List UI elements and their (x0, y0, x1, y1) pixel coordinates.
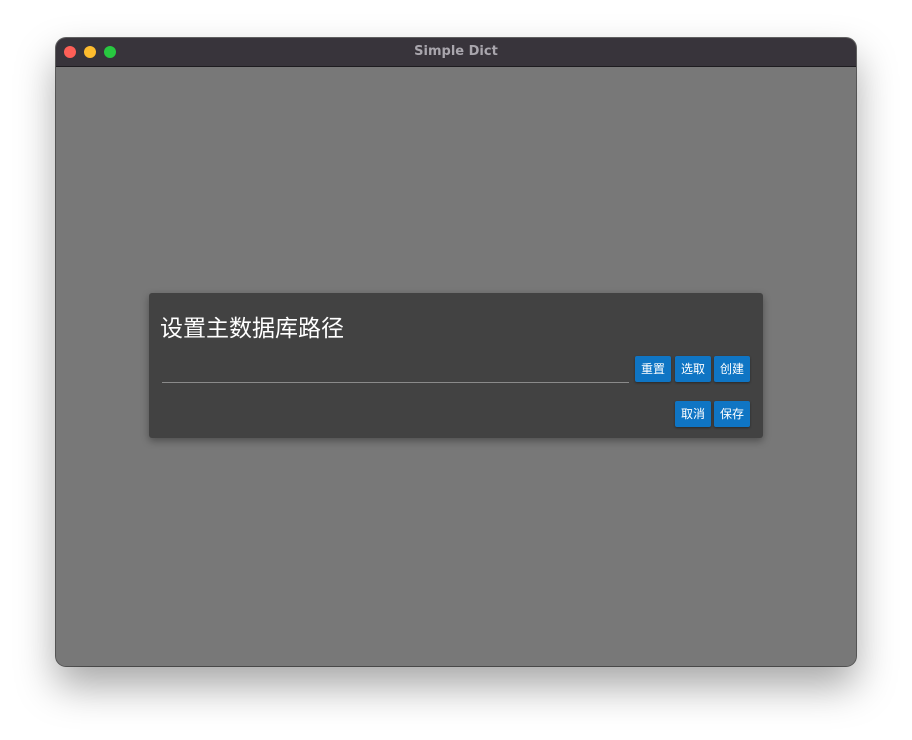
database-path-input[interactable] (162, 357, 629, 383)
create-button[interactable]: 创建 (714, 356, 750, 382)
window-title: Simple Dict (414, 44, 498, 59)
database-path-dialog: 设置主数据库路径 重置 选取 创建 取消 保存 (149, 293, 763, 438)
reset-button[interactable]: 重置 (635, 356, 671, 382)
select-button[interactable]: 选取 (675, 356, 711, 382)
title-bar[interactable]: Simple Dict (56, 38, 856, 67)
dialog-title: 设置主数据库路径 (160, 316, 344, 342)
save-button[interactable]: 保存 (714, 401, 750, 427)
modal-backdrop: 设置主数据库路径 重置 选取 创建 取消 保存 (56, 67, 856, 666)
app-window: Simple Dict 设置主数据库路径 重置 选取 创建 取消 保存 (56, 38, 856, 666)
cancel-button[interactable]: 取消 (675, 401, 711, 427)
